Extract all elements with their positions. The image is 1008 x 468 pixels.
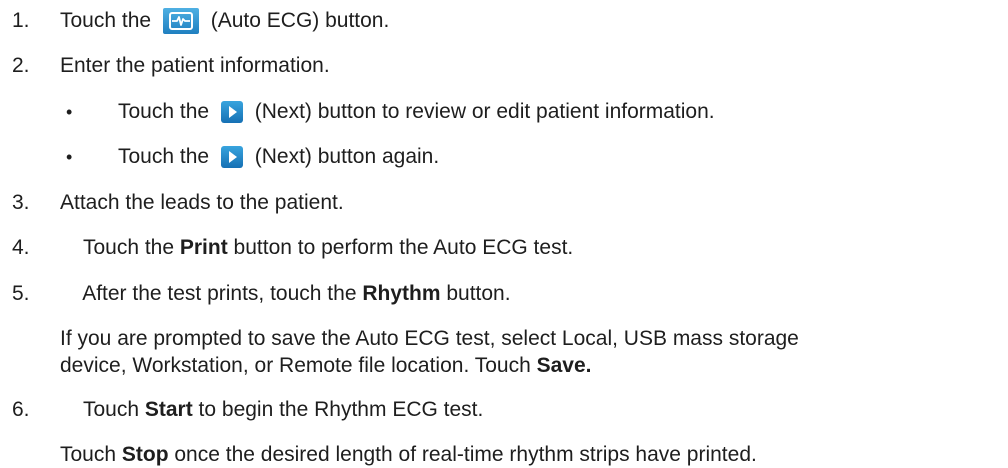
next-icon bbox=[220, 101, 243, 123]
save-button-label: Save. bbox=[536, 354, 592, 377]
step-5: 5. After the test prints, touch the Rhyt… bbox=[0, 281, 1008, 307]
rhythm-button-label: Rhythm bbox=[362, 282, 441, 305]
step-text: Touch the bbox=[60, 9, 157, 32]
step-text: After the test prints, touch the bbox=[82, 282, 363, 305]
step-number: 5. bbox=[12, 282, 30, 305]
step-text: Touch bbox=[82, 398, 145, 421]
step-1: 1. Touch the (Auto ECG) button. bbox=[0, 8, 1008, 34]
auto-ecg-icon bbox=[162, 8, 199, 34]
bullet-text: Touch the bbox=[118, 145, 215, 168]
step-text: to begin the Rhythm ECG test. bbox=[192, 398, 484, 421]
note-text: once the desired length of real-time rhy… bbox=[168, 443, 757, 466]
next-icon bbox=[220, 146, 243, 168]
substep-bullet-1: • Touch the (Next) button to review or e… bbox=[0, 99, 1008, 125]
bullet-symbol: • bbox=[66, 147, 73, 167]
step-6: 6. Touch Start to begin the Rhythm ECG t… bbox=[0, 397, 1008, 423]
step-6-note: Touch Stop once the desired length of re… bbox=[60, 442, 757, 468]
step-number: 2. bbox=[12, 54, 30, 77]
step-number: 4. bbox=[12, 236, 30, 259]
bullet-text: Touch the bbox=[118, 100, 215, 123]
bullet-text: (Next) button again. bbox=[248, 145, 440, 168]
step-text: Enter the patient information. bbox=[60, 54, 330, 77]
start-button-label: Start bbox=[144, 398, 193, 421]
substep-bullet-2: • Touch the (Next) button again. bbox=[0, 144, 1008, 170]
step-number: 3. bbox=[12, 191, 30, 214]
bullet-text: (Next) button to review or edit patient … bbox=[248, 100, 715, 123]
step-5-note-line-1: If you are prompted to save the Auto ECG… bbox=[60, 326, 799, 352]
step-number: 1. bbox=[12, 9, 30, 32]
step-number: 6. bbox=[12, 398, 30, 421]
step-text: button. bbox=[440, 282, 511, 305]
note-text: Touch bbox=[60, 443, 122, 466]
stop-button-label: Stop bbox=[121, 443, 169, 466]
step-text: (Auto ECG) button. bbox=[204, 9, 390, 32]
bullet-symbol: • bbox=[66, 102, 73, 122]
step-2: 2. Enter the patient information. bbox=[0, 53, 1008, 79]
note-text: If you are prompted to save the Auto ECG… bbox=[60, 327, 799, 350]
